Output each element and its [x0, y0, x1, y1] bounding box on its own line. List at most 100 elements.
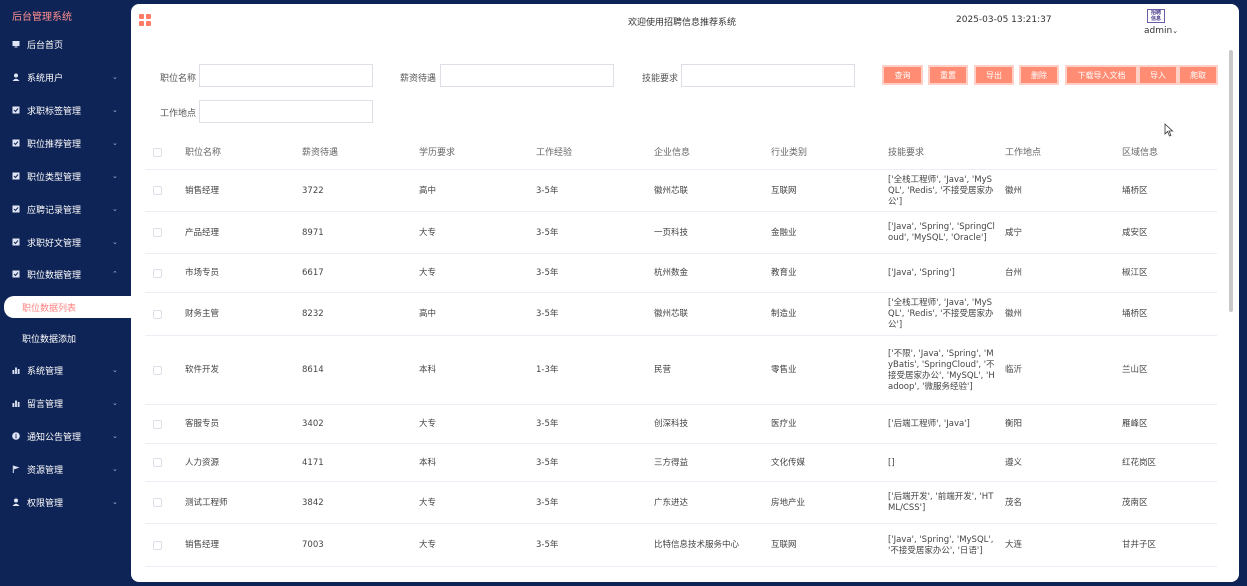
sidebar-item-job-types[interactable]: 职位类型管理 ⌄ [0, 162, 131, 190]
location-input[interactable] [199, 100, 373, 123]
table-row[interactable]: 销售经理 3722 高中 3-5年 徽州芯联 互联网 ['全栈工程师', 'Ja… [145, 171, 1217, 212]
sidebar-item-label: 资源管理 [27, 465, 64, 476]
check-square-icon [12, 139, 20, 147]
row-checkbox[interactable] [153, 365, 162, 375]
job-name-input[interactable] [199, 64, 373, 87]
vertical-scrollbar[interactable] [1229, 50, 1233, 312]
chevron-down-icon: ⌄ [112, 139, 118, 147]
cell-industry: 文化传媒 [771, 457, 806, 468]
table-row[interactable]: 销售经理 7003 大专 3-5年 比特信息技术服务中心 互联网 ['Java'… [145, 525, 1217, 567]
main-panel: 欢迎使用招聘信息推荐系统 2025-03-05 13:21:37 招聘 信息 a… [131, 4, 1239, 582]
cell-area: 茂南区 [1122, 497, 1148, 508]
row-checkbox[interactable] [153, 498, 162, 507]
sidebar-item-job-recommend[interactable]: 职位推荐管理 ⌄ [0, 129, 131, 157]
select-all-checkbox[interactable] [153, 148, 162, 157]
table-row[interactable]: 产品经理 8971 大专 3-5年 一页科技 金融业 ['Java', 'Spr… [145, 213, 1217, 254]
chevron-down-icon: ⌄ [112, 432, 118, 440]
sidebar-item-articles[interactable]: 求职好文管理 ⌄ [0, 228, 131, 256]
salary-label: 薪资待遇 [400, 74, 437, 84]
table-row[interactable]: 市场专员 6617 大专 3-5年 杭州数金 教育业 ['Java', 'Spr… [145, 255, 1217, 293]
info-circle-icon [12, 432, 20, 440]
cell-education: 本科 [419, 365, 437, 375]
row-checkbox[interactable] [153, 309, 162, 319]
cell-city: 台州 [1005, 268, 1023, 278]
welcome-text: 欢迎使用招聘信息推荐系统 [628, 18, 737, 28]
chevron-down-icon: ⌄ [112, 205, 118, 213]
cell-area: 咸安区 [1122, 227, 1148, 238]
sidebar-item-permissions[interactable]: 权限管理 ⌄ [0, 488, 131, 516]
cell-industry: 金融业 [771, 227, 797, 238]
export-button[interactable]: 导出 [974, 65, 1014, 85]
salary-input[interactable] [440, 64, 614, 87]
sidebar-item-label: 职位推荐管理 [27, 139, 82, 150]
user-menu[interactable]: admin⌄ [1144, 26, 1178, 36]
sidebar-item-system[interactable]: 系统管理 ⌄ [0, 356, 131, 384]
sidebar-item-home[interactable]: 后台首页 [0, 30, 131, 58]
location-label: 工作地点 [160, 109, 197, 119]
sidebar-item-job-tags[interactable]: 求职标签管理 ⌄ [0, 96, 131, 124]
cell-salary: 7003 [302, 540, 324, 550]
column-header: 学历要求 [419, 147, 456, 158]
cell-company: 比特信息技术服务中心 [654, 540, 740, 550]
query-button[interactable]: 查询 [882, 65, 923, 85]
menu-grid-icon[interactable] [139, 14, 151, 26]
flag-icon [12, 465, 20, 473]
cell-salary: 6617 [302, 268, 324, 278]
table-row[interactable]: 客服专员 3402 大专 3-5年 创深科技 医疗业 ['后端工程师', 'Ja… [145, 406, 1217, 444]
top-bar: 欢迎使用招聘信息推荐系统 2025-03-05 13:21:37 招聘 信息 a… [131, 4, 1239, 38]
cell-experience: 3-5年 [536, 457, 559, 468]
mouse-cursor-icon [1164, 123, 1174, 137]
monitor-icon [12, 40, 20, 48]
download-template-button[interactable]: 下载导入文档 [1065, 65, 1138, 85]
check-square-icon [12, 106, 20, 114]
sidebar-item-system-users[interactable]: 系统用户 ⌄ [0, 63, 131, 91]
sidebar-subitem-label: 职位数据添加 [22, 334, 77, 345]
delete-button[interactable]: 删除 [1019, 65, 1059, 85]
cell-industry: 制造业 [771, 309, 797, 319]
row-checkbox[interactable] [153, 540, 162, 550]
column-header: 职位名称 [185, 147, 222, 158]
row-checkbox[interactable] [153, 228, 162, 237]
row-checkbox[interactable] [153, 186, 162, 195]
table-row[interactable]: 人力资源 4171 本科 3-5年 三方得益 文化传媒 [] 遵义 红花岗区 [145, 445, 1217, 482]
row-checkbox[interactable] [153, 268, 162, 278]
cell-salary: 4171 [302, 457, 324, 468]
reset-button[interactable]: 重置 [928, 65, 968, 85]
cell-industry: 互联网 [771, 540, 797, 550]
cell-company: 徽州芯联 [654, 185, 689, 196]
table-row[interactable]: 财务主管 8232 高中 3-5年 徽州芯联 制造业 ['全栈工程师', 'Ja… [145, 294, 1217, 336]
cell-company: 杭州数金 [654, 268, 689, 278]
sidebar-item-resources[interactable]: 资源管理 ⌄ [0, 455, 131, 483]
cell-city: 徽州 [1005, 185, 1023, 196]
row-checkbox[interactable] [153, 419, 162, 429]
sidebar-item-messages[interactable]: 留言管理 ⌄ [0, 389, 131, 417]
sidebar-item-notices[interactable]: 通知公告管理 ⌄ [0, 422, 131, 450]
table-header: 职位名称 薪资待遇 学历要求 工作经验 企业信息 行业类别 技能要求 工作地点 … [145, 137, 1217, 170]
cell-job-name: 客服专员 [185, 419, 220, 429]
column-header: 企业信息 [654, 147, 691, 158]
table-row[interactable]: 测试工程师 3842 大专 3-5年 广东进达 房地产业 ['后端开发', '前… [145, 483, 1217, 524]
sidebar-item-label: 系统用户 [27, 73, 64, 84]
crawl-button[interactable]: 爬取 [1178, 65, 1218, 85]
sidebar-item-job-data[interactable]: 职位数据管理 ⌃ [0, 260, 131, 288]
row-checkbox[interactable] [153, 458, 162, 467]
cell-education: 高中 [419, 309, 437, 319]
skills-input[interactable] [681, 64, 855, 87]
table-row[interactable]: 软件开发 8614 本科 1-3年 民营 零售业 ['不限', 'Java', … [145, 337, 1217, 405]
sidebar-subitem-job-data-add[interactable]: 职位数据添加 [0, 327, 131, 349]
column-header: 行业类别 [771, 147, 808, 158]
sidebar-subitem-job-data-list[interactable]: 职位数据列表 [4, 296, 131, 318]
cell-industry: 教育业 [771, 268, 797, 278]
avatar[interactable]: 招聘 信息 [1147, 9, 1165, 23]
cell-experience: 3-5年 [536, 497, 559, 508]
sidebar-item-applications[interactable]: 应聘记录管理 ⌄ [0, 195, 131, 223]
sidebar-item-label: 后台首页 [27, 40, 64, 51]
skills-label: 技能要求 [642, 74, 679, 84]
sidebar-item-label: 求职好文管理 [27, 238, 82, 249]
chevron-down-icon: ⌄ [112, 366, 118, 374]
cell-salary: 3722 [302, 185, 324, 196]
bar-chart-icon [12, 399, 20, 407]
check-square-icon [12, 205, 20, 213]
chevron-up-icon: ⌃ [112, 270, 118, 278]
import-button[interactable]: 导入 [1138, 65, 1178, 85]
